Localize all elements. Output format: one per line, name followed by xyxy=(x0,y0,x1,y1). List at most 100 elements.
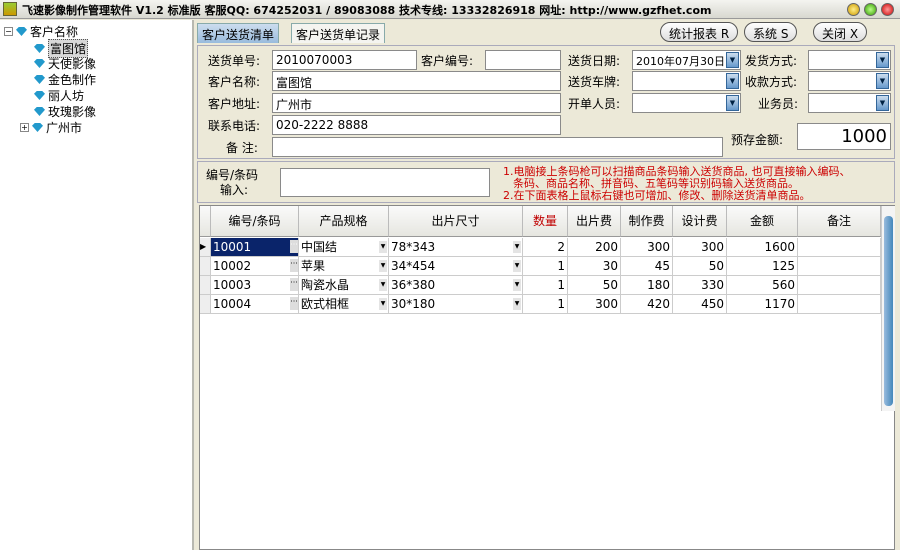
column-header-design-fee[interactable]: 设计费 xyxy=(673,206,727,237)
ellipsis-button[interactable]: ··· xyxy=(290,240,298,253)
dropdown-arrow-icon[interactable]: ▼ xyxy=(379,241,387,253)
column-header-amount[interactable]: 金额 xyxy=(727,206,798,237)
salesperson-select[interactable]: ▼ xyxy=(808,93,891,113)
ellipsis-button[interactable]: ··· xyxy=(290,259,298,272)
column-header-size[interactable]: 出片尺寸 xyxy=(389,206,523,237)
dropdown-arrow-icon[interactable]: ▼ xyxy=(379,260,387,272)
cell-code[interactable]: 10002 ··· xyxy=(211,257,299,276)
cell-spec[interactable]: 欧式相框 ▼ xyxy=(299,295,389,314)
dropdown-arrow-icon[interactable]: ▼ xyxy=(876,95,889,111)
cell-make-fee[interactable]: 300 xyxy=(621,238,673,257)
cell-qty[interactable]: 2 xyxy=(523,238,568,257)
cell-qty[interactable]: 1 xyxy=(523,295,568,314)
cell-make-fee[interactable]: 180 xyxy=(621,276,673,295)
dropdown-arrow-icon[interactable]: ▼ xyxy=(513,279,521,291)
minimize-button[interactable] xyxy=(847,3,860,16)
tree-item[interactable]: 天使影像 xyxy=(34,55,96,72)
cell-remark[interactable] xyxy=(798,295,881,314)
tree-item[interactable]: + 广州市 xyxy=(20,119,82,136)
cell-size[interactable]: 30*180 ▼ xyxy=(389,295,523,314)
dropdown-arrow-icon[interactable]: ▼ xyxy=(876,52,889,68)
vertical-scrollbar[interactable] xyxy=(881,206,895,411)
scrollbar-thumb[interactable] xyxy=(884,216,893,406)
row-indicator[interactable]: ▶ xyxy=(200,238,211,257)
tree-item[interactable]: 金色制作 xyxy=(34,71,96,88)
cell-design-fee[interactable]: 50 xyxy=(673,257,727,276)
cell-remark[interactable] xyxy=(798,257,881,276)
cell-amount[interactable]: 1600 xyxy=(727,238,798,257)
date-picker[interactable]: 2010年07月30日 ▼ xyxy=(632,50,741,70)
cell-make-fee[interactable]: 45 xyxy=(621,257,673,276)
cell-size[interactable]: 78*343 ▼ xyxy=(389,238,523,257)
cell-design-fee[interactable]: 300 xyxy=(673,238,727,257)
deposit-amount-field[interactable]: 1000 xyxy=(797,123,891,150)
row-indicator[interactable] xyxy=(200,257,211,276)
order-no-field[interactable]: 2010070003 xyxy=(272,50,417,70)
dropdown-arrow-icon[interactable]: ▼ xyxy=(726,52,739,68)
report-button[interactable]: 统计报表 R xyxy=(660,22,739,42)
cell-remark[interactable] xyxy=(798,238,881,257)
tree-item[interactable]: 玫瑰影像 xyxy=(34,103,96,120)
shipping-method-select[interactable]: ▼ xyxy=(808,50,891,70)
dropdown-arrow-icon[interactable]: ▼ xyxy=(513,260,521,272)
customer-name-field[interactable]: 富图馆 xyxy=(272,71,561,91)
customer-no-field[interactable] xyxy=(485,50,561,70)
cell-code[interactable]: 10003 ··· xyxy=(211,276,299,295)
tab-delivery-records[interactable]: 客户送货单记录 xyxy=(291,23,386,43)
note-field[interactable] xyxy=(272,137,723,157)
row-indicator[interactable] xyxy=(200,295,211,314)
cell-spec[interactable]: 陶瓷水晶 ▼ xyxy=(299,276,389,295)
cell-amount[interactable]: 1170 xyxy=(727,295,798,314)
dropdown-arrow-icon[interactable]: ▼ xyxy=(726,95,739,111)
collapse-icon[interactable]: − xyxy=(4,27,13,36)
dropdown-arrow-icon[interactable]: ▼ xyxy=(379,279,387,291)
cell-amount[interactable]: 125 xyxy=(727,257,798,276)
cell-remark[interactable] xyxy=(798,276,881,295)
column-header-code[interactable]: 编号/条码 xyxy=(211,206,299,237)
cell-make-fee[interactable]: 420 xyxy=(621,295,673,314)
column-header-spec[interactable]: 产品规格 xyxy=(299,206,389,237)
maximize-button[interactable] xyxy=(864,3,877,16)
column-header-qty[interactable]: 数量 xyxy=(523,206,568,237)
dropdown-arrow-icon[interactable]: ▼ xyxy=(513,241,521,253)
expand-icon[interactable]: + xyxy=(20,123,29,132)
cell-size[interactable]: 36*380 ▼ xyxy=(389,276,523,295)
close-button[interactable]: 关闭 X xyxy=(813,22,868,42)
dropdown-arrow-icon[interactable]: ▼ xyxy=(876,73,889,89)
tree-root[interactable]: − 客户名称 xyxy=(4,23,78,40)
system-button[interactable]: 系统 S xyxy=(744,22,798,42)
phone-field[interactable]: 020-2222 8888 xyxy=(272,115,561,135)
dropdown-arrow-icon[interactable]: ▼ xyxy=(726,73,739,89)
barcode-input[interactable] xyxy=(280,168,490,197)
cell-design-fee[interactable]: 450 xyxy=(673,295,727,314)
cell-print-fee[interactable]: 200 xyxy=(568,238,621,257)
payment-method-select[interactable]: ▼ xyxy=(808,71,891,91)
dropdown-arrow-icon[interactable]: ▼ xyxy=(513,298,521,310)
column-header-make-fee[interactable]: 制作费 xyxy=(621,206,673,237)
ellipsis-button[interactable]: ··· xyxy=(290,297,298,310)
cell-code[interactable]: 10001 ··· xyxy=(211,238,299,257)
cell-print-fee[interactable]: 50 xyxy=(568,276,621,295)
cell-amount[interactable]: 560 xyxy=(727,276,798,295)
ellipsis-button[interactable]: ··· xyxy=(290,278,298,291)
gem-icon xyxy=(34,44,45,53)
issuer-select[interactable]: ▼ xyxy=(632,93,741,113)
cell-print-fee[interactable]: 30 xyxy=(568,257,621,276)
plate-select[interactable]: ▼ xyxy=(632,71,741,91)
close-window-button[interactable] xyxy=(881,3,894,16)
address-field[interactable]: 广州市 xyxy=(272,93,561,113)
column-header-print-fee[interactable]: 出片费 xyxy=(568,206,621,237)
cell-code[interactable]: 10004 ··· xyxy=(211,295,299,314)
cell-spec[interactable]: 苹果 ▼ xyxy=(299,257,389,276)
cell-qty[interactable]: 1 xyxy=(523,276,568,295)
column-header-remark[interactable]: 备注 xyxy=(798,206,881,237)
row-indicator[interactable] xyxy=(200,276,211,295)
cell-print-fee[interactable]: 300 xyxy=(568,295,621,314)
cell-qty[interactable]: 1 xyxy=(523,257,568,276)
tree-item[interactable]: 丽人坊 xyxy=(34,87,84,104)
cell-design-fee[interactable]: 330 xyxy=(673,276,727,295)
dropdown-arrow-icon[interactable]: ▼ xyxy=(379,298,387,310)
tab-delivery-list[interactable]: 客户送货清单 xyxy=(197,23,280,43)
cell-spec[interactable]: 中国结 ▼ xyxy=(299,238,389,257)
cell-size[interactable]: 34*454 ▼ xyxy=(389,257,523,276)
